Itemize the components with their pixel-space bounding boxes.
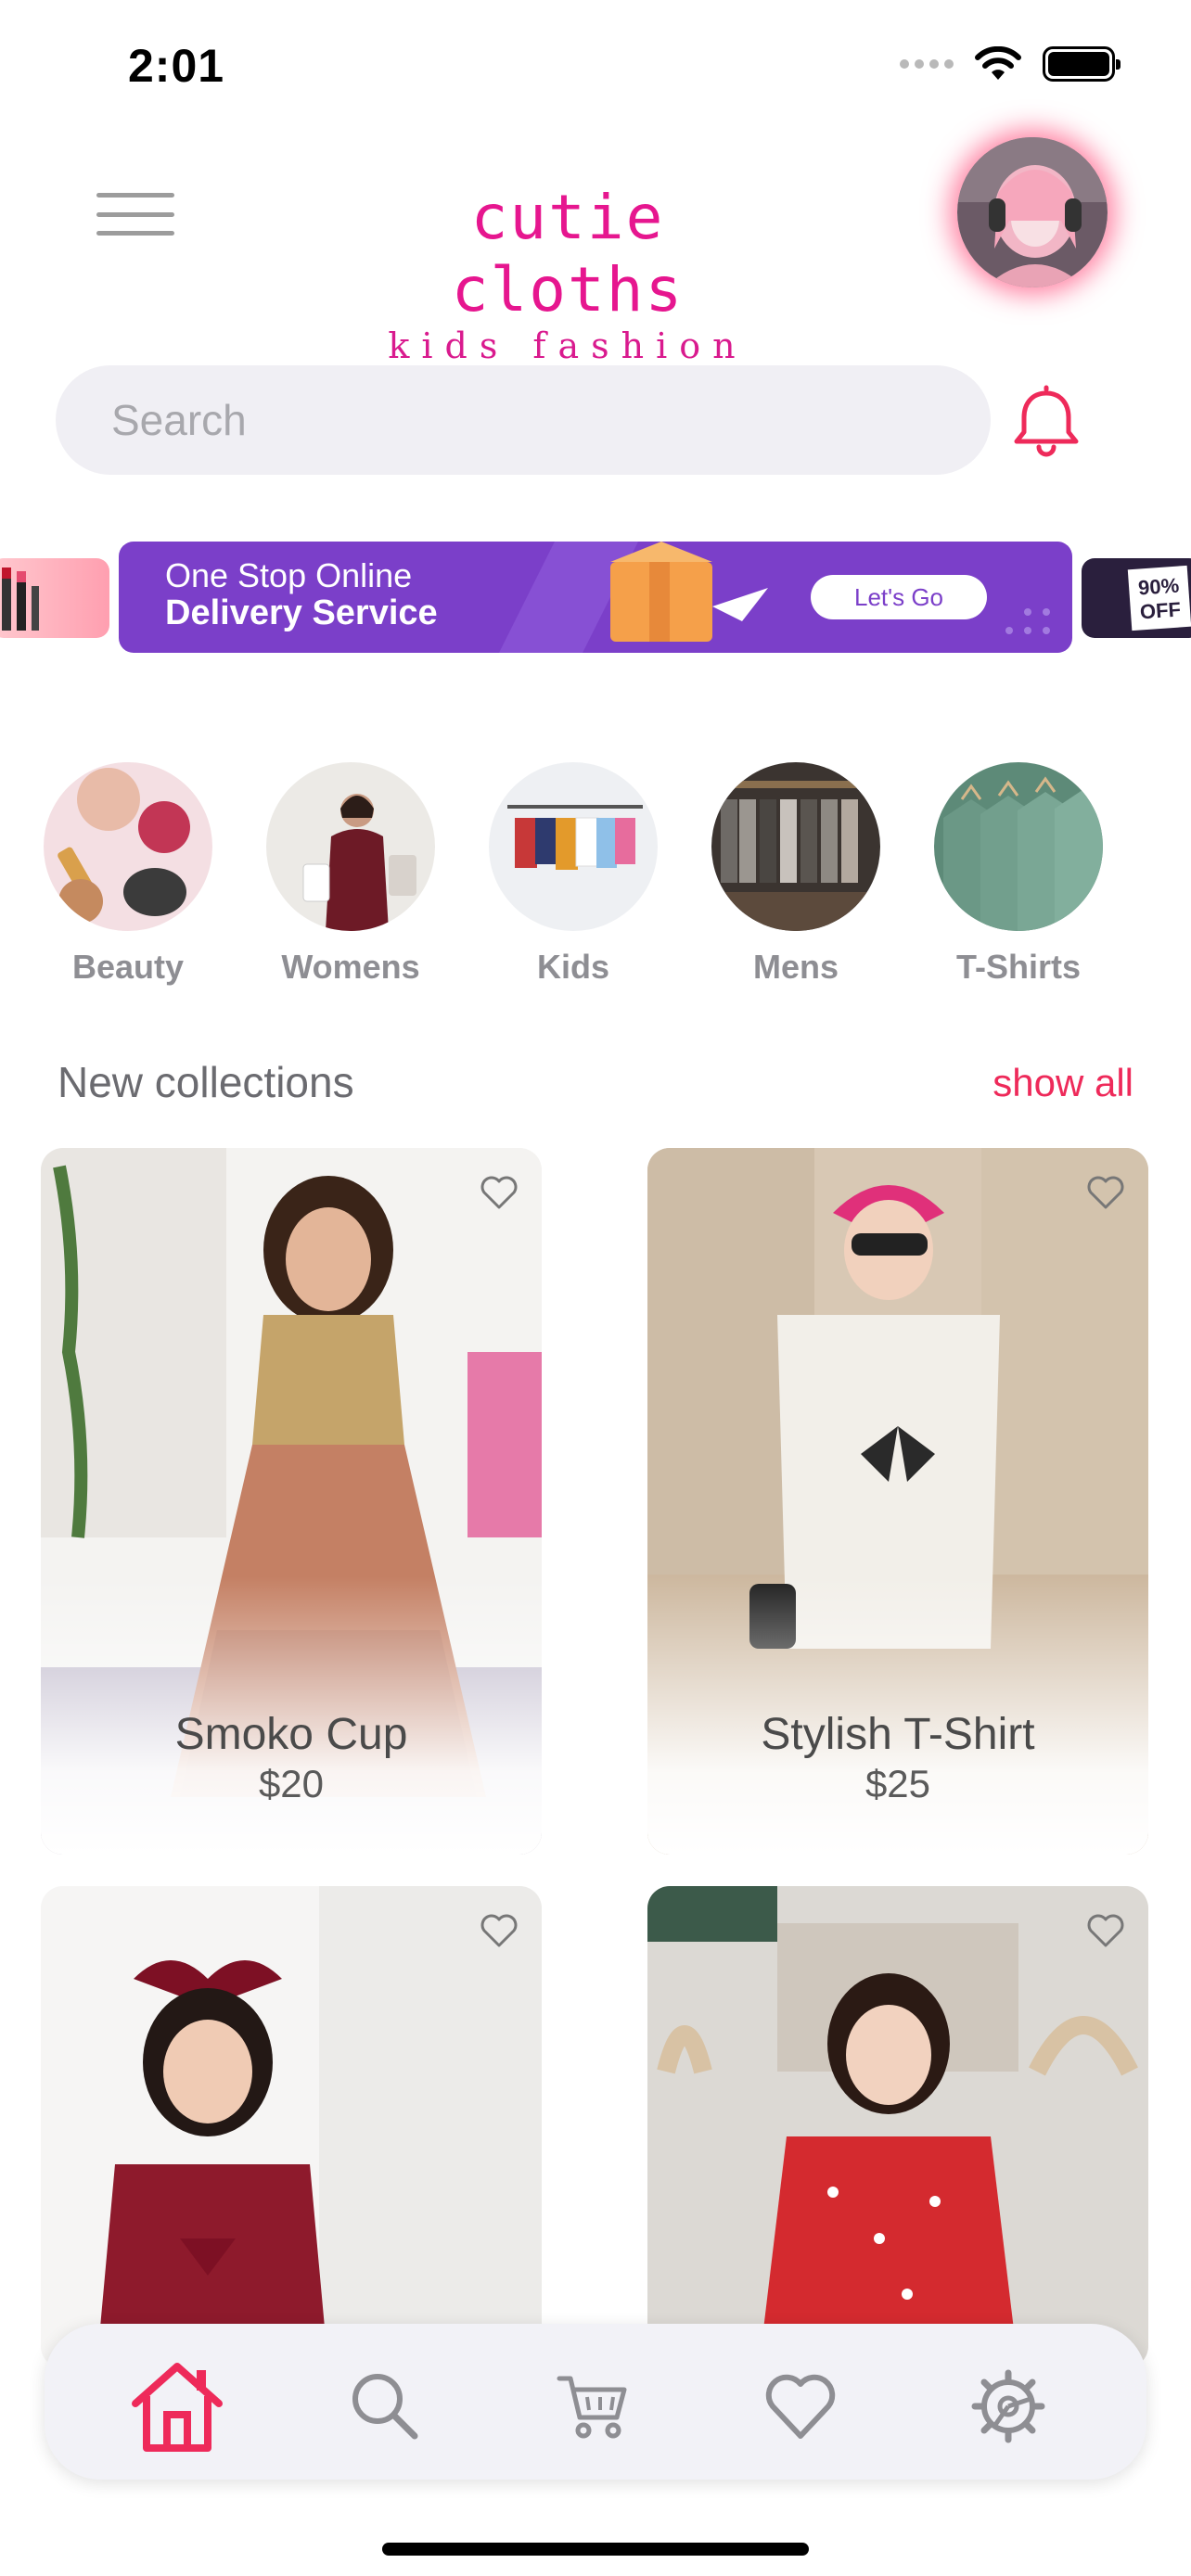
- menu-icon-line: [96, 231, 174, 236]
- banner-line1: One Stop Online: [165, 556, 413, 594]
- tab-home[interactable]: [126, 2355, 228, 2457]
- bell-icon[interactable]: [1007, 382, 1085, 460]
- category-mens-image: [711, 762, 880, 931]
- tab-cart[interactable]: [542, 2355, 644, 2457]
- sale-badge: 90% OFF: [1127, 565, 1191, 631]
- battery-icon: [1043, 46, 1121, 82]
- category-tshirts-image: [934, 762, 1103, 931]
- avatar-image: [957, 137, 1108, 287]
- search-icon: [352, 2374, 418, 2440]
- show-all-link[interactable]: show all: [992, 1061, 1133, 1105]
- wifi-icon: [975, 46, 1021, 80]
- logo-title: cutie cloths: [451, 182, 685, 325]
- product-name: Stylish T-Shirt: [761, 1710, 1035, 1759]
- category-tshirts[interactable]: T-Shirts: [926, 762, 1111, 987]
- brand-logo: cutie cloths kids fashion: [364, 182, 772, 365]
- favorite-heart-icon[interactable]: [477, 1908, 521, 1953]
- status-icons: [900, 46, 1121, 82]
- cosmetics-image: [2, 567, 39, 631]
- search-input[interactable]: [111, 395, 991, 445]
- product-card[interactable]: Stylish T-Shirt $25: [647, 1148, 1148, 1855]
- promo-banner-sale[interactable]: 90% OFF: [1082, 558, 1191, 638]
- bottom-tab-bar: [45, 2324, 1146, 2480]
- promo-banner-beauty[interactable]: [0, 558, 109, 638]
- cart-icon: [557, 2376, 627, 2439]
- settings-icon: [971, 2369, 1045, 2443]
- favorite-heart-icon[interactable]: [1083, 1170, 1128, 1215]
- tab-search[interactable]: [334, 2355, 436, 2457]
- category-beauty[interactable]: Beauty: [35, 762, 221, 987]
- profile-avatar[interactable]: [957, 137, 1108, 287]
- home-icon: [132, 2363, 223, 2452]
- heart-icon: [765, 2374, 836, 2439]
- category-kids[interactable]: Kids: [480, 762, 666, 987]
- category-womens-image: [266, 762, 435, 931]
- promo-banner-delivery[interactable]: One Stop Online Delivery Service Let's G…: [119, 542, 1072, 653]
- category-beauty-image: [44, 762, 212, 931]
- category-list: Beauty Womens Kids Mens T-Shirts: [0, 762, 1191, 994]
- section-title: New collections: [58, 1058, 354, 1106]
- category-label: T-Shirts: [955, 948, 1081, 986]
- category-mens[interactable]: Mens: [703, 762, 889, 987]
- category-label: Womens: [281, 948, 420, 986]
- banner-line2: Delivery Service: [165, 593, 438, 632]
- banner-cta-button[interactable]: Let's Go: [811, 575, 987, 619]
- favorite-heart-icon[interactable]: [1083, 1908, 1128, 1953]
- tab-favorites[interactable]: [749, 2355, 852, 2457]
- product-price: $20: [258, 1762, 325, 1805]
- home-indicator[interactable]: [382, 2543, 809, 2556]
- menu-button[interactable]: [96, 193, 174, 236]
- status-bar: 2:01: [0, 0, 1191, 139]
- product-name: Smoko Cup: [174, 1710, 408, 1759]
- menu-icon-line: [96, 211, 174, 217]
- favorite-heart-icon[interactable]: [477, 1170, 521, 1215]
- logo-subtitle: kids fashion: [388, 325, 748, 366]
- promo-banner-carousel[interactable]: One Stop Online Delivery Service Let's G…: [0, 542, 1191, 655]
- category-kids-image: [489, 762, 658, 931]
- product-price: $25: [864, 1762, 931, 1805]
- product-card[interactable]: Smoko Cup $20: [41, 1148, 542, 1855]
- category-label: Kids: [536, 948, 609, 986]
- product-image: [41, 1886, 542, 2368]
- status-time: 2:01: [128, 40, 225, 92]
- menu-icon-line: [96, 193, 174, 198]
- search-bar[interactable]: [56, 365, 991, 475]
- product-image: [647, 1886, 1148, 2368]
- product-card[interactable]: [41, 1886, 542, 2368]
- category-label: Beauty: [71, 948, 185, 986]
- cellular-signal-icon: [900, 59, 954, 69]
- product-card[interactable]: [647, 1886, 1148, 2368]
- category-womens[interactable]: Womens: [258, 762, 443, 987]
- category-label: Mens: [752, 948, 839, 986]
- tab-settings[interactable]: [957, 2355, 1059, 2457]
